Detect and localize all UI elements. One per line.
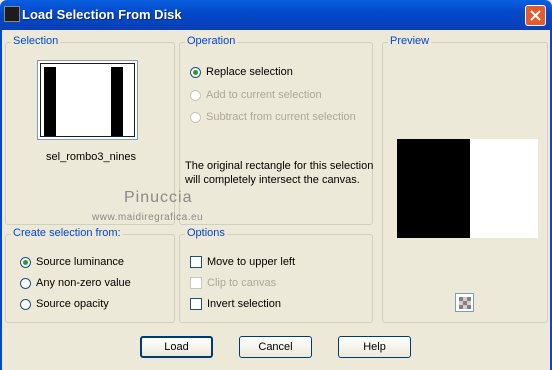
checkbox-clip-to-canvas: Clip to canvas — [190, 276, 276, 290]
radio-any-non-zero-label: Any non-zero value — [36, 277, 131, 289]
radio-subtract-from-selection: Subtract from current selection — [190, 110, 356, 124]
preview-selected-area — [397, 139, 470, 238]
radio-source-luminance-indicator — [20, 256, 31, 268]
preview-background-button[interactable] — [455, 293, 474, 312]
radio-replace-selection-indicator — [190, 66, 201, 78]
radio-subtract-label: Subtract from current selection — [206, 111, 356, 123]
checkbox-invert-selection-box — [190, 298, 202, 310]
title-bar[interactable]: Load Selection From Disk — [0, 0, 552, 30]
radio-source-luminance[interactable]: Source luminance — [20, 255, 124, 269]
radio-any-non-zero-indicator — [20, 277, 31, 289]
app-icon — [4, 6, 20, 22]
cancel-button[interactable]: Cancel — [239, 336, 312, 358]
radio-source-luminance-label: Source luminance — [36, 256, 125, 268]
watermark-name: Pinuccia — [124, 189, 193, 206]
radio-add-to-selection: Add to current selection — [190, 88, 322, 102]
selection-thumbnail[interactable] — [37, 60, 138, 140]
checkbox-move-to-upper-left-label: Move to upper left — [207, 256, 296, 268]
dialog-window: Load Selection From Disk Selection sel_r… — [0, 0, 552, 370]
checkbox-clip-to-canvas-label: Clip to canvas — [207, 277, 277, 289]
operation-description-line2: will completely intersect the canvas. — [185, 174, 360, 186]
create-selection-from-group: Create selection from: Source luminance … — [5, 227, 175, 323]
frame-left-border — [0, 30, 2, 370]
window-title: Load Selection From Disk — [22, 7, 182, 22]
radio-add-to-selection-label: Add to current selection — [206, 89, 322, 101]
preview-group-label: Preview — [388, 35, 432, 47]
checkbox-invert-selection[interactable]: Invert selection — [190, 297, 281, 311]
radio-replace-selection-label: Replace selection — [206, 66, 293, 78]
operation-description-line1: The original rectangle for this selectio… — [185, 160, 374, 172]
load-button[interactable]: Load — [140, 336, 213, 358]
create-from-group-label: Create selection from: — [11, 227, 123, 239]
radio-replace-selection[interactable]: Replace selection — [190, 65, 293, 79]
close-button[interactable] — [525, 5, 546, 26]
radio-add-to-selection-indicator — [190, 89, 201, 101]
radio-subtract-indicator — [190, 111, 201, 123]
preview-group: Preview — [382, 35, 548, 323]
operation-group: Operation Replace selection Add to curre… — [179, 35, 374, 225]
options-group: Options Move to upper left Clip to canva… — [179, 227, 373, 323]
checkbox-move-to-upper-left[interactable]: Move to upper left — [190, 255, 295, 269]
operation-group-label: Operation — [185, 35, 238, 47]
checkbox-clip-to-canvas-box — [190, 277, 202, 289]
help-button[interactable]: Help — [338, 336, 411, 358]
radio-source-opacity-indicator — [20, 298, 31, 310]
close-icon — [530, 10, 541, 21]
checkbox-invert-selection-label: Invert selection — [207, 298, 281, 310]
watermark-url: www.maidiregrafica.eu — [92, 212, 204, 223]
selection-thumbnail-name: sel_rombo3_nines — [46, 151, 136, 163]
checkerboard-icon — [459, 297, 471, 309]
preview-canvas — [397, 139, 538, 238]
radio-any-non-zero[interactable]: Any non-zero value — [20, 276, 131, 290]
options-group-label: Options — [185, 227, 227, 239]
selection-group-label: Selection — [11, 35, 61, 47]
radio-source-opacity-label: Source opacity — [36, 298, 109, 310]
radio-source-opacity[interactable]: Source opacity — [20, 297, 109, 311]
checkbox-move-to-upper-left-box — [190, 256, 202, 268]
